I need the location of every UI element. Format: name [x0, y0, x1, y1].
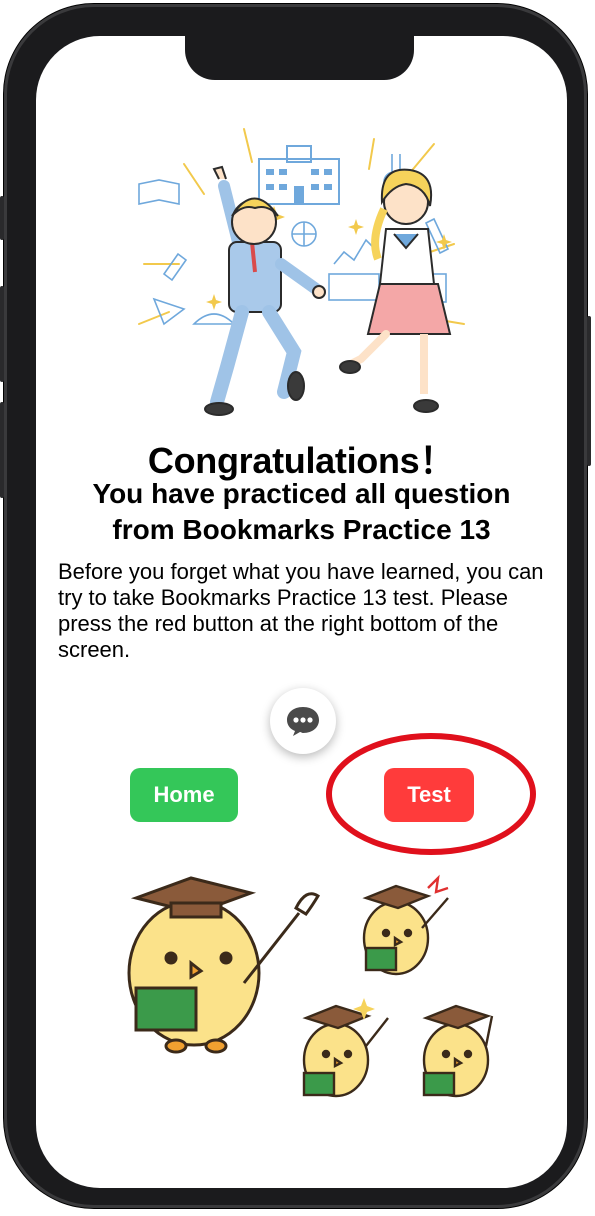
volume-up-button	[0, 286, 4, 382]
instruction-text: Before you forget what you have learned,…	[58, 559, 544, 662]
home-button[interactable]: Home	[130, 768, 238, 822]
volume-down-button	[0, 402, 4, 498]
power-button	[587, 316, 591, 466]
test-button-highlight-ring	[326, 733, 536, 855]
phone-frame: Congratulations！ You have practiced all …	[0, 4, 591, 1208]
graduate-chicks-illustration	[127, 874, 494, 1098]
chat-bubble-icon	[287, 707, 319, 736]
completion-subtitle: You have practiced all question from Boo…	[92, 478, 511, 545]
celebration-illustration	[138, 128, 465, 416]
notch	[185, 28, 414, 80]
mute-switch	[0, 196, 4, 240]
app-screen: Congratulations！ You have practiced all …	[36, 36, 567, 1188]
chat-button[interactable]	[270, 688, 336, 754]
